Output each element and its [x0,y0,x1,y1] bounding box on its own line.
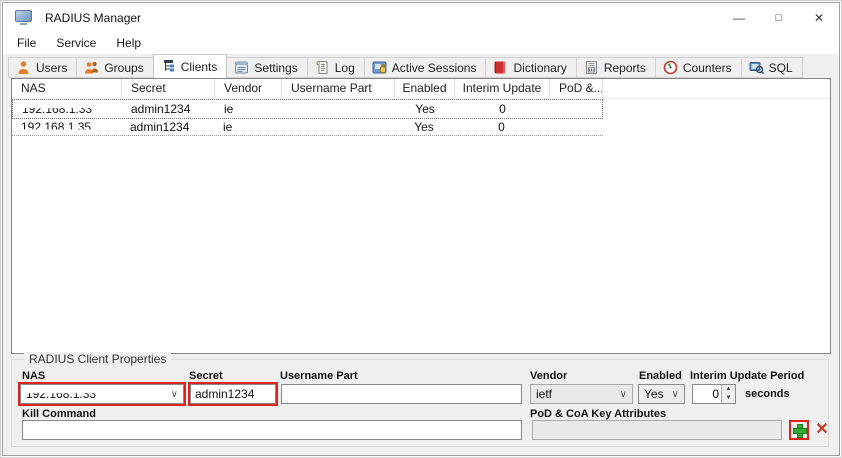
dictionary-icon [493,60,508,75]
kill-command-label: Kill Command [22,408,96,420]
tab-label: Users [36,61,67,75]
title-bar: RADIUS Manager — □ ✕ [3,3,839,32]
tab-strip: Users Groups Clients Settings Log Active… [3,54,839,78]
tab-label: SQL [769,61,793,75]
table-row[interactable]: 192.168.1.35 admin1234 ie Yes 0 [12,119,603,136]
active-sessions-icon [372,60,387,75]
col-header-secret[interactable]: Secret [122,79,215,98]
maximize-button[interactable]: □ [759,3,799,32]
user-icon [16,60,31,75]
cell-enabled: Yes [394,120,454,134]
col-header-enabled[interactable]: Enabled [395,79,455,98]
enabled-label: Enabled [639,370,682,382]
tab-groups[interactable]: Groups [76,57,153,78]
tab-label: Log [335,61,355,75]
nas-dropdown-value: 192.168.1.33 [26,387,96,401]
delete-attribute-button[interactable]: ✕ [813,421,831,439]
interim-update-spinner[interactable]: ▲ ▼ [692,384,736,404]
spinner-up-icon[interactable]: ▲ [722,385,735,394]
tab-label: Reports [604,61,646,75]
tab-settings[interactable]: Settings [226,57,307,78]
tab-sql[interactable]: SQL [741,57,803,78]
log-icon [315,60,330,75]
kill-command-input[interactable] [22,420,522,440]
app-window: RADIUS Manager — □ ✕ File Service Help U… [2,2,840,456]
col-header-interim-update[interactable]: Interim Update [455,79,550,98]
tab-label: Groups [104,61,143,75]
cell-vendor: ie [214,120,281,134]
close-button[interactable]: ✕ [799,3,839,32]
menu-service[interactable]: Service [46,32,106,54]
tab-dictionary[interactable]: Dictionary [485,57,576,78]
nas-label: NAS [22,370,45,382]
sql-icon [749,60,764,75]
tab-label: Clients [181,60,218,74]
username-part-input[interactable] [281,384,522,404]
vendor-label: Vendor [530,370,567,382]
col-header-nas[interactable]: NAS [12,79,122,98]
username-part-label: Username Part [280,370,358,382]
nas-dropdown[interactable]: 192.168.1.33 ∨ [20,384,184,404]
tab-label: Dictionary [513,61,566,75]
col-header-username-part[interactable]: Username Part [282,79,395,98]
tab-counters[interactable]: Counters [655,57,742,78]
menu-file[interactable]: File [7,32,46,54]
tab-label: Settings [254,61,297,75]
enabled-dropdown[interactable]: Yes ∨ [638,384,685,404]
plus-icon [793,424,805,436]
cell-vendor: ie [215,102,282,116]
spinner-buttons[interactable]: ▲ ▼ [721,385,735,403]
tab-label: Active Sessions [392,61,477,75]
table-row[interactable]: 192.168.1.33 admin1234 ie Yes 0 [12,99,603,119]
col-header-vendor[interactable]: Vendor [215,79,282,98]
reports-icon [584,60,599,75]
app-icon [15,10,32,25]
panel-title: RADIUS Client Properties [24,352,171,366]
minimize-button[interactable]: — [719,3,759,32]
window-title: RADIUS Manager [45,11,141,25]
cell-secret: admin1234 [122,102,215,116]
tab-users[interactable]: Users [8,57,77,78]
cell-nas: 192.168.1.33 [13,102,122,116]
interim-update-input[interactable] [693,385,721,403]
add-attribute-button[interactable] [791,422,807,438]
clients-table: NAS Secret Vendor Username Part Enabled … [11,78,831,354]
spinner-down-icon[interactable]: ▼ [722,394,735,403]
chevron-down-icon: ∨ [672,389,679,400]
chevron-down-icon: ∨ [171,389,178,400]
vendor-dropdown[interactable]: ietf ∨ [530,384,633,404]
radius-client-properties-panel: RADIUS Client Properties NAS Secret User… [11,359,829,447]
menu-bar: File Service Help [3,32,839,54]
cell-nas: 192.168.1.35 [12,120,121,134]
secret-label: Secret [189,370,223,382]
interim-update-period-label: Interim Update Period [690,370,804,382]
org-chart-icon [161,59,176,74]
cell-secret: admin1234 [121,120,214,134]
chevron-down-icon: ∨ [620,389,627,400]
col-header-pod[interactable]: PoD &... [550,79,603,98]
pod-coa-key-attributes-input[interactable] [532,420,782,440]
tab-active-sessions[interactable]: Active Sessions [364,57,487,78]
enabled-dropdown-value: Yes [644,387,664,401]
table-header: NAS Secret Vendor Username Part Enabled … [12,79,830,99]
group-icon [84,60,99,75]
menu-help[interactable]: Help [106,32,151,54]
vendor-dropdown-value: ietf [536,387,552,401]
cell-interim-update: 0 [455,102,550,116]
tab-reports[interactable]: Reports [576,57,656,78]
secret-input[interactable] [190,384,276,404]
tab-clients[interactable]: Clients [153,54,228,78]
counters-icon [663,60,678,75]
tab-label: Counters [683,61,732,75]
cell-enabled: Yes [395,102,455,116]
settings-icon [234,60,249,75]
seconds-label: seconds [745,388,790,400]
cell-interim-update: 0 [454,120,549,134]
pod-coa-key-attributes-label: PoD & CoA Key Attributes [530,408,666,420]
tab-log[interactable]: Log [307,57,365,78]
